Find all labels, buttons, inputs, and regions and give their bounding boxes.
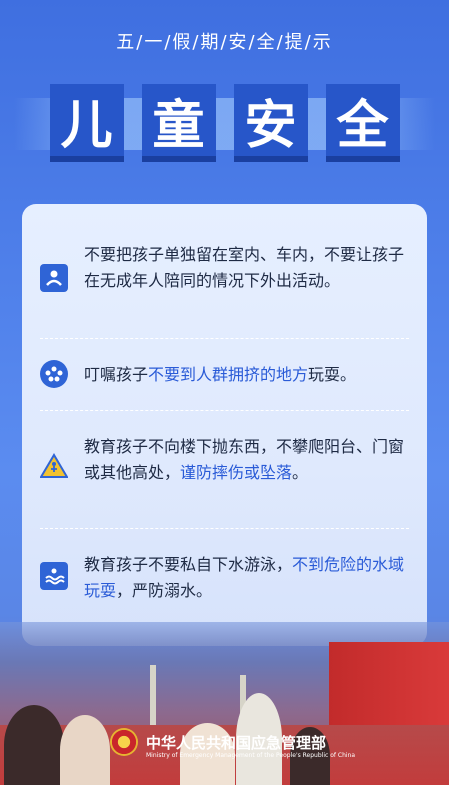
tip-text-4: 教育孩子不要私自下水游泳，不到危险的水域玩耍，严防溺水。 bbox=[84, 552, 410, 604]
title-char: 全 bbox=[325, 84, 400, 162]
child-protect-icon bbox=[40, 264, 68, 292]
tip-highlight: 不要到人群拥挤的地方 bbox=[148, 365, 309, 384]
child-figure bbox=[4, 705, 64, 785]
org-name-cn: 中华人民共和国应急管理部 bbox=[146, 733, 327, 752]
tip-segment: 教育孩子不要私自下水游泳， bbox=[84, 555, 293, 574]
title-banner: 儿 童 安 全 bbox=[14, 84, 435, 164]
org-name-en: Ministry of Emergency Management of the … bbox=[146, 752, 356, 759]
background-photo bbox=[0, 622, 449, 785]
title-char: 安 bbox=[233, 84, 308, 162]
title-char: 儿 bbox=[49, 84, 124, 162]
tip-text-3: 教育孩子不向楼下抛东西，不攀爬阳台、门窗或其他高处，谨防摔伤或坠落。 bbox=[84, 434, 410, 486]
crowd-icon bbox=[40, 360, 68, 388]
tip-segment: 叮嘱孩子 bbox=[84, 365, 149, 384]
tips-card: 不要把孩子单独留在室内、车内，不要让孩子在无成年人陪同的情况下外出活动。 叮嘱孩… bbox=[22, 204, 427, 646]
subtitle: 五/一/假/期/安/全/提/示 bbox=[116, 32, 333, 53]
national-emblem-icon bbox=[110, 728, 138, 756]
drowning-icon bbox=[40, 562, 68, 590]
tip-segment: 玩耍。 bbox=[308, 365, 357, 384]
fall-warning-icon bbox=[40, 452, 68, 480]
tip-segment: ，严防溺水。 bbox=[116, 581, 213, 600]
title-char: 童 bbox=[141, 84, 216, 162]
divider bbox=[40, 410, 409, 411]
divider bbox=[40, 338, 409, 339]
child-figure bbox=[60, 715, 110, 785]
tip-highlight: 谨防摔伤或坠落 bbox=[180, 463, 293, 482]
tip-text-2: 叮嘱孩子不要到人群拥挤的地方玩耍。 bbox=[84, 362, 410, 388]
divider bbox=[40, 528, 409, 529]
tip-segment: 。 bbox=[292, 463, 309, 482]
tip-segment: 不要把孩子单独留在室内、车内，不要让孩子在无成年人陪同的情况下外出活动。 bbox=[84, 245, 405, 290]
page-title: 儿 童 安 全 bbox=[14, 84, 435, 162]
tip-text-1: 不要把孩子单独留在室内、车内，不要让孩子在无成年人陪同的情况下外出活动。 bbox=[84, 242, 410, 294]
